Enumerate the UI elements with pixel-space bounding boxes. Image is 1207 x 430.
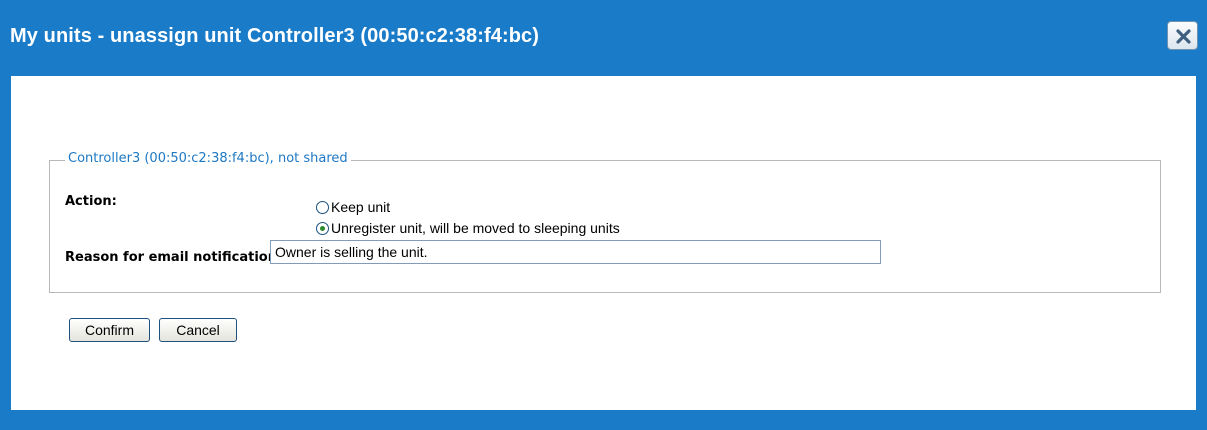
keep-unit-label[interactable]: Keep unit (331, 199, 390, 215)
reason-label: Reason for email notification: (65, 250, 283, 265)
dialog-content: Controller3 (00:50:c2:38:f4:bc), not sha… (11, 76, 1196, 410)
dialog-title: My units - unassign unit Controller3 (00… (10, 25, 540, 47)
close-icon (1176, 29, 1191, 44)
action-label: Action: (65, 194, 117, 209)
close-button[interactable] (1167, 21, 1198, 50)
dialog-title-bar: My units - unassign unit Controller3 (00… (0, 0, 1207, 76)
unit-fieldset-legend: Controller3 (00:50:c2:38:f4:bc), not sha… (65, 151, 351, 166)
unregister-unit-radio[interactable] (316, 221, 329, 235)
reason-input[interactable] (270, 240, 881, 264)
unit-fieldset: Controller3 (00:50:c2:38:f4:bc), not sha… (49, 151, 1161, 293)
unregister-unit-option[interactable]: Unregister unit, will be moved to sleepi… (316, 220, 620, 236)
cancel-button[interactable]: Cancel (159, 318, 237, 342)
keep-unit-option[interactable]: Keep unit (316, 199, 390, 215)
keep-unit-radio[interactable] (316, 200, 329, 214)
unassign-unit-dialog: My units - unassign unit Controller3 (00… (0, 0, 1207, 430)
unregister-unit-label[interactable]: Unregister unit, will be moved to sleepi… (331, 220, 620, 236)
confirm-button[interactable]: Confirm (69, 318, 150, 342)
